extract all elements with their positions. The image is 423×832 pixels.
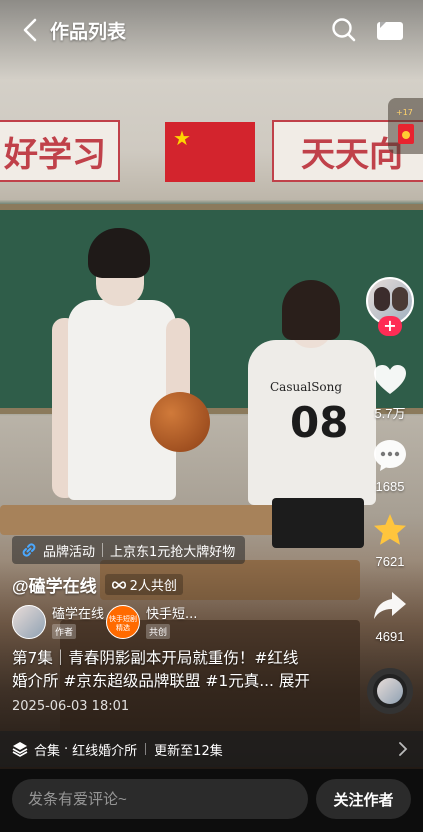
jersey-number: 08 — [290, 398, 349, 447]
star-icon — [374, 514, 406, 545]
author-name-link[interactable]: @磕学在线 — [12, 572, 97, 597]
divider — [145, 743, 147, 755]
comment-icon — [374, 440, 406, 471]
jersey-text: CasualSong — [270, 380, 343, 394]
creator-role: 作者 — [52, 624, 77, 639]
share-arrow-icon — [374, 592, 406, 619]
brand-label: 品牌活动 — [43, 544, 96, 560]
share-button[interactable] — [372, 588, 408, 624]
music-disc[interactable] — [367, 668, 413, 714]
description-line: 婚介所 #京东超级品牌联盟 #1元真... — [12, 672, 274, 690]
basketball-image — [150, 392, 210, 452]
character-hair — [88, 228, 150, 278]
creator-role: 共创 — [146, 624, 171, 639]
search-button[interactable] — [330, 16, 358, 44]
divider — [102, 543, 104, 557]
follow-author-button[interactable]: 关注作者 — [316, 779, 411, 819]
cocreate-text: 2人共创 — [129, 579, 177, 594]
character-hair — [282, 280, 340, 340]
collection-label: 合集 — [34, 743, 61, 759]
search-icon — [332, 18, 356, 42]
chevron-left-icon — [23, 18, 37, 42]
favorite-count: 7621 — [375, 554, 405, 569]
back-button[interactable] — [18, 16, 44, 44]
collection-bar[interactable]: 合集 · 红线婚介所 更新至12集 — [0, 731, 423, 767]
creators-list: 磕学在线 作者 快手短剧精选 快手短... 共创 — [12, 603, 232, 639]
top-bar: 作品列表 — [0, 10, 423, 50]
share-count: 4691 — [375, 629, 405, 644]
follow-plus-button[interactable]: + — [378, 316, 402, 336]
character-skirt — [272, 498, 364, 548]
like-count: 5.7万 — [374, 406, 406, 421]
cocreate-badge[interactable]: 2人共创 — [104, 574, 183, 595]
publish-date: 2025-06-03 18:01 — [12, 699, 130, 714]
collection-update-status: 更新至12集 — [154, 743, 223, 759]
expand-link[interactable]: 展开 — [279, 672, 310, 690]
creator-name: 磕学在线 — [52, 607, 105, 622]
landscape-button[interactable] — [376, 20, 404, 42]
flag-image: ★ — [165, 122, 255, 182]
chevron-right-icon — [399, 742, 408, 756]
brand-activity-tag[interactable]: 品牌活动 上京东1元抢大牌好物 — [12, 536, 246, 564]
wall-banner-left: 好学习 — [0, 120, 120, 182]
heart-icon — [374, 365, 406, 394]
page-title: 作品列表 — [50, 22, 127, 43]
creator-item[interactable]: 磕学在线 作者 — [12, 603, 105, 639]
red-packet-widget[interactable]: +17 — [388, 98, 423, 154]
red-envelope-icon — [398, 124, 414, 144]
link-icon — [22, 543, 36, 557]
creator-avatar — [12, 605, 46, 639]
bottom-bar: 关注作者 — [0, 769, 423, 832]
author-line: @磕学在线 2人共创 — [12, 572, 183, 597]
red-packet-count: +17 — [396, 108, 413, 117]
description-line: 第7集｜青春阴影副本开局就重伤！#红线 — [12, 649, 299, 667]
screen-icon — [377, 22, 403, 40]
comment-input[interactable] — [12, 779, 308, 819]
creator-avatar-badge: 快手短剧精选 — [109, 615, 137, 632]
creator-avatar: 快手短剧精选 — [106, 605, 140, 639]
like-button[interactable] — [372, 362, 408, 398]
creator-name: 快手短... — [146, 607, 198, 622]
dot-separator: · — [64, 741, 69, 757]
video-description[interactable]: 第7集｜青春阴影副本开局就重伤！#红线 婚介所 #京东超级品牌联盟 #1元真..… — [12, 647, 312, 693]
brand-promo-text: 上京东1元抢大牌好物 — [110, 544, 236, 560]
collection-name: 红线婚介所 — [72, 743, 138, 759]
layers-icon — [12, 742, 28, 757]
comment-button[interactable] — [372, 437, 408, 473]
banner-left-text: 好学习 — [4, 134, 106, 175]
creator-item[interactable]: 快手短剧精选 快手短... 共创 — [106, 603, 226, 639]
infinity-icon — [111, 580, 126, 589]
favorite-button[interactable] — [372, 512, 408, 548]
comment-count: 1685 — [375, 479, 405, 494]
desk — [0, 505, 300, 535]
